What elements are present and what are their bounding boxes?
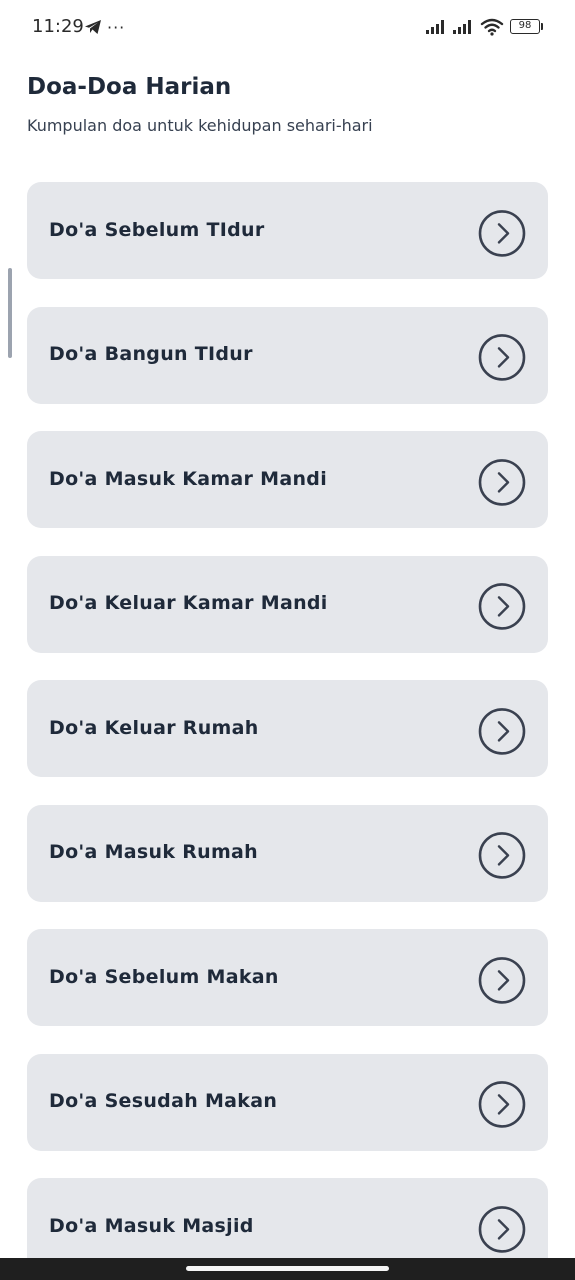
prayer-label: Do'a Keluar Kamar Mandi bbox=[49, 591, 328, 614]
prayer-list-item[interactable]: Do'a Masuk Kamar Mandi bbox=[27, 431, 548, 528]
prayer-label: Do'a Keluar Rumah bbox=[49, 716, 259, 739]
page-subtitle: Kumpulan doa untuk kehidupan sehari-hari bbox=[27, 116, 373, 135]
chevron-right-circle-icon[interactable] bbox=[478, 956, 526, 1004]
prayer-list-item[interactable]: Do'a Keluar Kamar Mandi bbox=[27, 555, 548, 653]
chevron-right-circle-icon[interactable] bbox=[478, 1080, 526, 1128]
scrollbar[interactable] bbox=[8, 268, 12, 358]
app-screen: 11:29 ··· 98 Doa-Doa Harian Kumpulan doa… bbox=[0, 0, 575, 1280]
prayer-label: Do'a Sebelum Makan bbox=[49, 965, 279, 988]
prayer-list-item[interactable]: Do'a Masuk Rumah bbox=[27, 804, 548, 902]
telegram-icon bbox=[85, 20, 101, 34]
more-dots-icon: ··· bbox=[107, 18, 126, 37]
prayer-list-item[interactable]: Do'a Sebelum TIdur bbox=[27, 182, 548, 279]
chevron-right-circle-icon[interactable] bbox=[478, 333, 526, 381]
prayer-label: Do'a Sesudah Makan bbox=[49, 1089, 278, 1112]
page-title: Doa-Doa Harian bbox=[27, 74, 232, 100]
chevron-right-circle-icon[interactable] bbox=[478, 582, 526, 630]
chevron-right-circle-icon[interactable] bbox=[478, 831, 526, 879]
battery-icon: 98 bbox=[510, 19, 540, 34]
status-bar: 11:29 ··· 98 bbox=[0, 0, 575, 56]
prayer-label: Do'a Bangun TIdur bbox=[49, 342, 253, 365]
prayer-label: Do'a Sebelum TIdur bbox=[49, 218, 265, 241]
battery-level: 98 bbox=[518, 20, 532, 31]
signal-icon bbox=[426, 20, 444, 34]
prayer-list-item[interactable]: Do'a Sesudah Makan bbox=[27, 1053, 548, 1151]
chevron-right-circle-icon[interactable] bbox=[478, 458, 526, 506]
prayer-list: Do'a Sebelum TIdur Do'a Bangun TIdur Do'… bbox=[27, 182, 548, 1280]
prayer-label: Do'a Masuk Kamar Mandi bbox=[49, 467, 328, 490]
system-navigation-bar bbox=[0, 1258, 575, 1280]
battery-tip bbox=[541, 23, 543, 30]
prayer-label: Do'a Masuk Rumah bbox=[49, 840, 258, 863]
prayer-list-item[interactable]: Do'a Sebelum Makan bbox=[27, 929, 548, 1026]
chevron-right-circle-icon[interactable] bbox=[478, 209, 526, 257]
chevron-right-circle-icon[interactable] bbox=[478, 707, 526, 755]
prayer-label: Do'a Masuk Masjid bbox=[49, 1214, 254, 1237]
prayer-list-item[interactable]: Do'a Bangun TIdur bbox=[27, 306, 548, 404]
wifi-icon bbox=[480, 18, 504, 36]
status-time: 11:29 bbox=[32, 16, 84, 37]
home-indicator[interactable] bbox=[186, 1266, 389, 1271]
prayer-list-item[interactable]: Do'a Keluar Rumah bbox=[27, 680, 548, 777]
chevron-right-circle-icon[interactable] bbox=[478, 1205, 526, 1253]
signal-icon bbox=[453, 20, 471, 34]
